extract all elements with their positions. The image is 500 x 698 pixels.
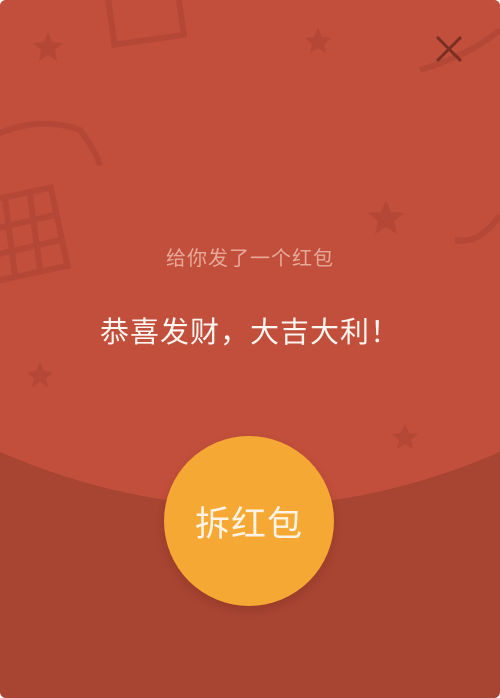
envelope-subtitle: 给你发了一个红包: [166, 246, 334, 270]
close-icon: [436, 36, 462, 62]
red-envelope-dialog: 给你发了一个红包 恭喜发财，大吉大利！ 拆红包: [0, 0, 500, 698]
close-button[interactable]: [431, 31, 467, 67]
envelope-blessing: 恭喜发财，大吉大利！: [99, 315, 400, 349]
open-envelope-label: 拆红包: [194, 504, 303, 545]
open-envelope-button[interactable]: 拆红包: [164, 436, 334, 606]
